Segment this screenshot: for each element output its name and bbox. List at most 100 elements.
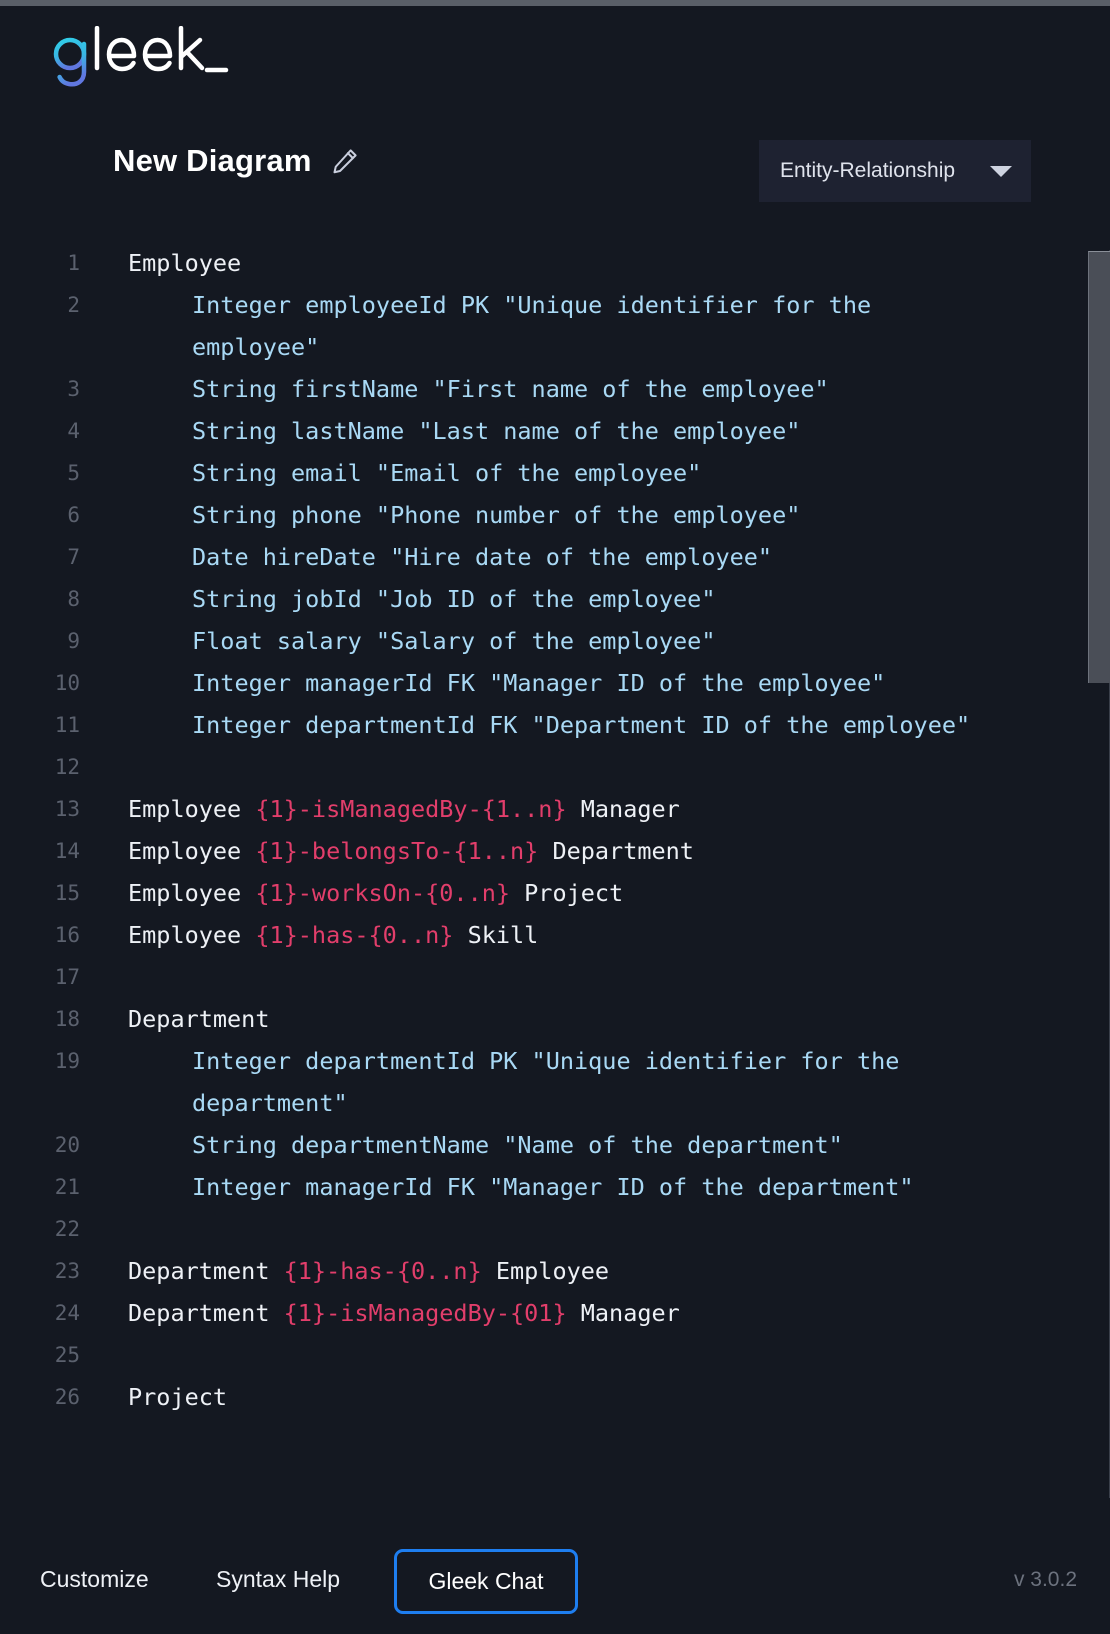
code-line[interactable]: 11 Integer departmentId FK "Department ID… [0, 704, 1110, 746]
code-line-text[interactable]: Integer managerId FK "Manager ID of the … [82, 662, 992, 704]
code-token-attr: String firstName "First name of the empl… [192, 375, 829, 403]
code-line[interactable]: 19 Integer departmentId PK "Unique identi… [0, 1040, 1110, 1124]
diagram-type-label: Entity-Relationship [780, 159, 956, 182]
code-line[interactable]: 1 Employee [0, 242, 1110, 284]
code-line[interactable]: 13 Employee {1}-isManagedBy-{1..n} Manage… [0, 788, 1110, 830]
code-line-text[interactable]: Department [82, 998, 992, 1040]
code-line[interactable]: 10 Integer managerId FK "Manager ID of th… [0, 662, 1110, 704]
code-line[interactable]: 26 Project [0, 1376, 1110, 1418]
line-number: 5 [67, 461, 80, 485]
editor-scrollbar-thumb[interactable] [1088, 251, 1110, 683]
code-line-text[interactable]: String firstName "First name of the empl… [82, 368, 992, 410]
code-line[interactable]: 4 String lastName "Last name of the emplo… [0, 410, 1110, 452]
diagram-type-dropdown[interactable]: Entity-Relationship [759, 140, 1031, 202]
code-token-attr: String phone "Phone number of the employ… [192, 501, 801, 529]
code-area[interactable]: 1 Employee 2 Integer employeeId PK "Unique … [0, 242, 1110, 1418]
customize-button[interactable]: Customize [40, 1566, 149, 1593]
code-token-entity: Project [510, 879, 624, 907]
code-line[interactable]: 23 Department {1}-has-{0..n} Employee [0, 1250, 1110, 1292]
code-line-text[interactable]: String lastName "Last name of the employ… [82, 410, 992, 452]
code-line[interactable]: 17 [0, 956, 1110, 998]
version-label: v 3.0.2 [1013, 1568, 1077, 1591]
line-number: 3 [67, 377, 80, 401]
line-number: 17 [54, 965, 80, 989]
code-line-text[interactable]: Department {1}-isManagedBy-{01} Manager [82, 1292, 992, 1334]
line-number: 16 [54, 923, 80, 947]
code-token-attr: Float salary "Salary of the employee" [192, 627, 716, 655]
code-line-text[interactable]: String jobId "Job ID of the employee" [82, 578, 992, 620]
code-line-text[interactable]: Employee {1}-belongsTo-{1..n} Department [82, 830, 992, 872]
code-line[interactable]: 15 Employee {1}-worksOn-{0..n} Project [0, 872, 1110, 914]
code-line-text[interactable]: Employee {1}-has-{0..n} Skill [82, 914, 992, 956]
line-number: 1 [67, 251, 80, 275]
app-logo[interactable] [50, 22, 230, 92]
code-line[interactable]: 3 String firstName "First name of the emp… [0, 368, 1110, 410]
code-line-text[interactable]: Project [82, 1376, 992, 1418]
code-line-text[interactable]: Employee [82, 242, 992, 284]
code-line[interactable]: 25 [0, 1334, 1110, 1376]
line-number: 2 [67, 293, 80, 317]
code-line-text[interactable] [82, 746, 992, 788]
code-line[interactable]: 7 Date hireDate "Hire date of the employe… [0, 536, 1110, 578]
title-block: New Diagram [113, 143, 360, 179]
code-line-text[interactable]: Integer departmentId PK "Unique identifi… [82, 1040, 992, 1124]
line-number: 25 [54, 1343, 80, 1367]
code-line-text[interactable]: Integer managerId FK "Manager ID of the … [82, 1166, 992, 1208]
code-line[interactable]: 22 [0, 1208, 1110, 1250]
code-line[interactable]: 2 Integer employeeId PK "Unique identifie… [0, 284, 1110, 368]
code-line[interactable]: 6 String phone "Phone number of the emplo… [0, 494, 1110, 536]
code-line[interactable]: 9 Float salary "Salary of the employee" [0, 620, 1110, 662]
code-token-entity: Employee [128, 249, 242, 277]
code-line-text[interactable]: Employee {1}-worksOn-{0..n} Project [82, 872, 992, 914]
code-line-text[interactable] [82, 956, 992, 998]
code-line-text[interactable] [82, 1334, 992, 1376]
code-line-text[interactable] [82, 1208, 992, 1250]
line-number: 10 [54, 671, 80, 695]
gleek-chat-button[interactable]: Gleek Chat [394, 1549, 578, 1614]
code-line-text[interactable]: Integer employeeId PK "Unique identifier… [82, 284, 992, 368]
chevron-down-icon [990, 165, 1012, 177]
code-line-text[interactable]: String departmentName "Name of the depar… [82, 1124, 992, 1166]
line-number: 7 [67, 545, 80, 569]
pencil-icon[interactable] [330, 146, 360, 176]
line-number: 12 [54, 755, 80, 779]
code-token-rel: {1}-has-{0..n} [255, 921, 454, 949]
code-line[interactable]: 8 String jobId "Job ID of the employee" [0, 578, 1110, 620]
code-line[interactable]: 20 String departmentName "Name of the dep… [0, 1124, 1110, 1166]
code-line[interactable]: 24 Department {1}-isManagedBy-{01} Manage… [0, 1292, 1110, 1334]
code-token-entity: Employee [481, 1257, 610, 1285]
code-token-attr: Integer employeeId PK "Unique identifier… [192, 291, 886, 361]
line-number: 21 [54, 1175, 80, 1199]
line-number: 8 [67, 587, 80, 611]
code-token-entity: Skill [453, 921, 539, 949]
code-token-rel: {1}-has-{0..n} [283, 1257, 482, 1285]
code-line-text[interactable]: Date hireDate "Hire date of the employee… [82, 536, 992, 578]
code-editor[interactable]: 1 Employee 2 Integer employeeId PK "Unique … [0, 242, 1110, 1494]
code-token-entity: Department [538, 837, 694, 865]
line-number: 15 [54, 881, 80, 905]
code-token-entity: Employee [128, 837, 256, 865]
code-line-text[interactable]: Float salary "Salary of the employee" [82, 620, 992, 662]
code-line[interactable]: 18 Department [0, 998, 1110, 1040]
code-line[interactable]: 5 String email "Email of the employee" [0, 452, 1110, 494]
code-token-rel: {1}-isManagedBy-{1..n} [255, 795, 567, 823]
line-number: 14 [54, 839, 80, 863]
code-token-attr: Date hireDate "Hire date of the employee… [192, 543, 773, 571]
line-number: 9 [67, 629, 80, 653]
code-token-attr: Integer departmentId PK "Unique identifi… [192, 1047, 914, 1117]
code-token-attr: String jobId "Job ID of the employee" [192, 585, 716, 613]
code-line[interactable]: 16 Employee {1}-has-{0..n} Skill [0, 914, 1110, 956]
code-line-text[interactable]: Department {1}-has-{0..n} Employee [82, 1250, 992, 1292]
line-number: 24 [54, 1301, 80, 1325]
code-line[interactable]: 21 Integer managerId FK "Manager ID of th… [0, 1166, 1110, 1208]
code-token-entity: Department [128, 1299, 284, 1327]
code-line-text[interactable]: String phone "Phone number of the employ… [82, 494, 992, 536]
code-line-text[interactable]: Integer departmentId FK "Department ID o… [82, 704, 992, 746]
code-line[interactable]: 12 [0, 746, 1110, 788]
code-token-attr: Integer managerId FK "Manager ID of the … [192, 1173, 914, 1201]
line-number: 6 [67, 503, 80, 527]
code-line-text[interactable]: String email "Email of the employee" [82, 452, 992, 494]
code-line-text[interactable]: Employee {1}-isManagedBy-{1..n} Manager [82, 788, 992, 830]
syntax-help-button[interactable]: Syntax Help [216, 1566, 340, 1593]
code-line[interactable]: 14 Employee {1}-belongsTo-{1..n} Departme… [0, 830, 1110, 872]
